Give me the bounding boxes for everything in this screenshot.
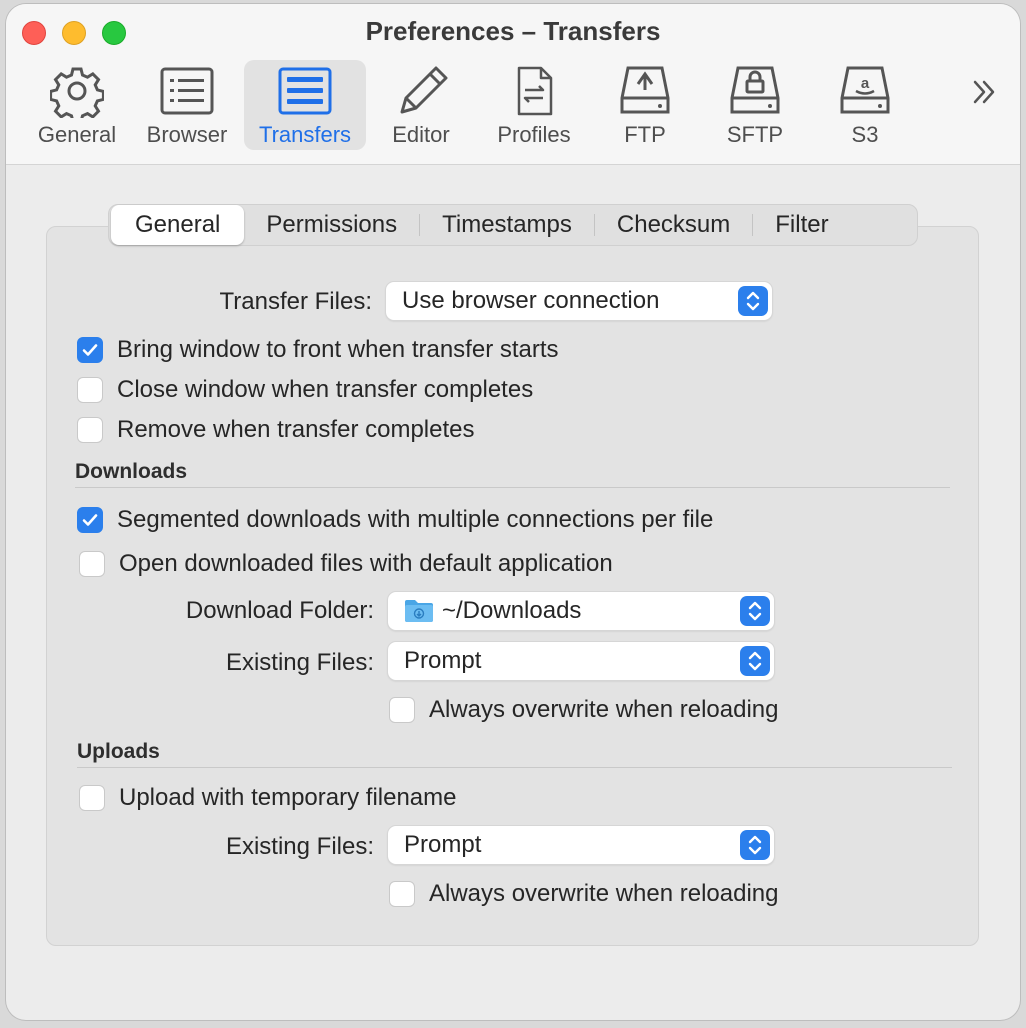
toolbar-profiles[interactable]: Profiles [484, 60, 584, 150]
checkmark-icon [82, 344, 98, 356]
chevron-up-down-icon [748, 835, 762, 855]
s3-drive-icon: a [840, 66, 890, 114]
upload-existing-files-value: Prompt [404, 831, 482, 858]
toolbar-editor[interactable]: Editor [376, 60, 466, 150]
uploads-divider [77, 767, 952, 768]
toolbar-s3[interactable]: a S3 [820, 60, 910, 150]
chevron-double-right-icon [973, 80, 995, 104]
toolbar-label: FTP [624, 122, 666, 147]
transfer-files-select[interactable]: Use browser connection [386, 282, 772, 320]
download-overwrite-option[interactable]: Always overwrite when reloading [389, 696, 779, 724]
select-stepper [738, 286, 768, 316]
svg-text:a: a [861, 75, 870, 92]
uploads-heading: Uploads [77, 740, 160, 763]
pencil-icon [400, 66, 448, 114]
list-icon [160, 67, 214, 115]
close-window-option[interactable]: Close window when transfer completes [77, 376, 533, 404]
download-overwrite-label: Always overwrite when reloading [429, 696, 779, 723]
bring-to-front-option[interactable]: Bring window to front when transfer star… [77, 336, 559, 364]
window-title: Preferences – Transfers [365, 16, 661, 46]
remove-when-complete-checkbox[interactable] [77, 417, 103, 443]
toolbar-ftp[interactable]: FTP [600, 60, 690, 150]
select-stepper [740, 596, 770, 626]
upload-overwrite-checkbox[interactable] [389, 881, 415, 907]
download-existing-files-value: Prompt [404, 647, 482, 674]
chevron-up-down-icon [748, 601, 762, 621]
downloads-divider [75, 487, 950, 488]
upload-overwrite-label: Always overwrite when reloading [429, 880, 779, 907]
downloads-heading: Downloads [75, 460, 188, 483]
toolbar-transfers[interactable]: Transfers [244, 60, 366, 150]
select-stepper [740, 646, 770, 676]
sftp-drive-icon [730, 66, 780, 114]
open-default-option[interactable]: Open downloaded files with default appli… [79, 550, 613, 578]
download-folder-select[interactable]: ~/Downloads [388, 592, 774, 630]
tab-general[interactable]: General [111, 205, 245, 245]
remove-when-complete-option[interactable]: Remove when transfer completes [77, 416, 475, 444]
segmented-downloads-option[interactable]: Segmented downloads with multiple connec… [77, 506, 713, 534]
toolbar-label: General [37, 122, 117, 147]
open-default-checkbox[interactable] [79, 551, 105, 577]
profiles-icon [517, 66, 553, 116]
toolbar-sftp[interactable]: SFTP [710, 60, 800, 150]
segmented-downloads-checkbox[interactable] [77, 507, 103, 533]
chevron-up-down-icon [746, 291, 760, 311]
temp-filename-checkbox[interactable] [79, 785, 105, 811]
download-folder-label: Download Folder: [185, 597, 374, 624]
toolbar-label: Profiles [497, 122, 571, 147]
toolbar-label: SFTP [726, 122, 784, 147]
toolbar-label: S3 [851, 122, 879, 147]
tab-bar: General Permissions Timestamps Checksum … [108, 204, 918, 246]
segmented-downloads-label: Segmented downloads with multiple connec… [117, 506, 714, 533]
download-existing-files-select[interactable]: Prompt [388, 642, 774, 680]
title-bar: Preferences – Transfers General Browser [6, 4, 1020, 165]
upload-existing-files-label: Existing Files: [225, 833, 374, 860]
tab-checksum[interactable]: Checksum [595, 205, 752, 245]
toolbar-label: Browser [146, 122, 228, 147]
folder-icon [405, 599, 433, 622]
transfers-icon [278, 67, 332, 115]
toolbar-overflow-button[interactable] [970, 78, 998, 111]
toolbar-label: Transfers [258, 122, 352, 147]
upload-existing-files-select[interactable]: Prompt [388, 826, 774, 864]
toolbar-browser[interactable]: Browser [142, 60, 232, 150]
bring-to-front-label: Bring window to front when transfer star… [117, 336, 559, 363]
close-window-label: Close window when transfer completes [117, 376, 534, 403]
toolbar-general[interactable]: General [32, 60, 122, 150]
tab-permissions[interactable]: Permissions [244, 205, 419, 245]
ftp-drive-icon [620, 66, 670, 114]
upload-overwrite-option[interactable]: Always overwrite when reloading [389, 880, 779, 908]
gear-icon [50, 67, 104, 118]
temp-filename-option[interactable]: Upload with temporary filename [79, 784, 457, 812]
download-existing-files-label: Existing Files: [225, 649, 374, 676]
transfer-files-value: Use browser connection [402, 287, 660, 314]
remove-when-complete-label: Remove when transfer completes [117, 416, 475, 443]
transfer-files-label: Transfer Files: [219, 288, 372, 315]
tab-timestamps[interactable]: Timestamps [420, 205, 594, 245]
open-default-label: Open downloaded files with default appli… [119, 550, 613, 577]
close-window-checkbox[interactable] [77, 377, 103, 403]
temp-filename-label: Upload with temporary filename [119, 784, 457, 811]
chevron-up-down-icon [748, 651, 762, 671]
download-folder-value: ~/Downloads [442, 597, 582, 624]
checkmark-icon [82, 514, 98, 526]
download-overwrite-checkbox[interactable] [389, 697, 415, 723]
toolbar-label: Editor [392, 122, 450, 147]
bring-to-front-checkbox[interactable] [77, 337, 103, 363]
select-stepper [740, 830, 770, 860]
preferences-window: Preferences – Transfers General Browser [6, 4, 1020, 1020]
tab-filter[interactable]: Filter [753, 205, 850, 245]
